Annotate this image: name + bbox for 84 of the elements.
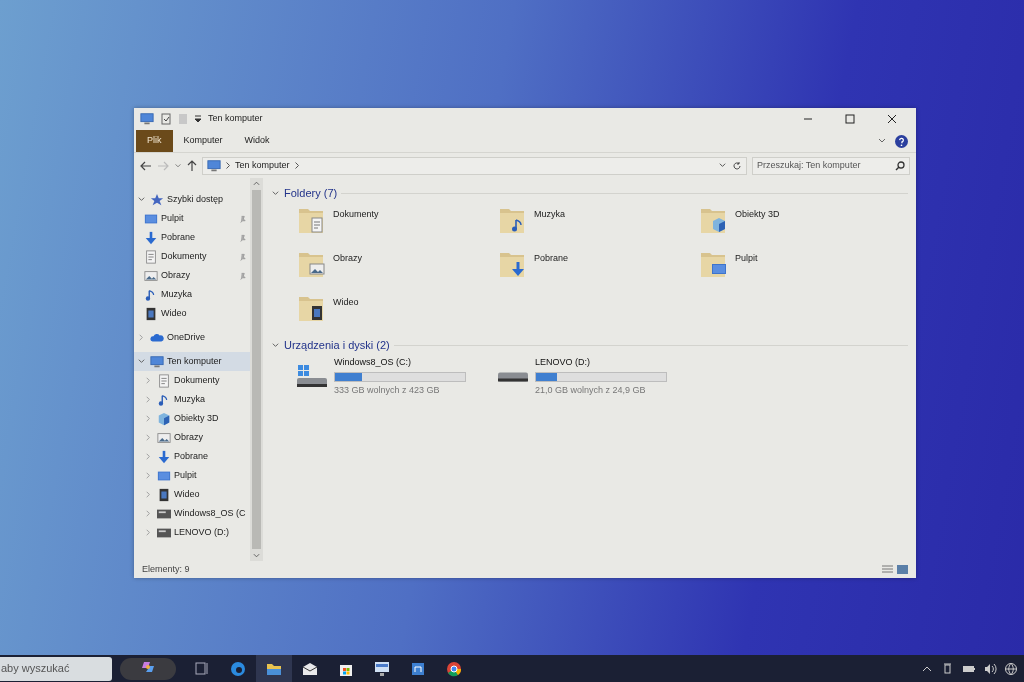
scroll-up-icon[interactable] [253, 181, 260, 186]
taskbar-button[interactable] [256, 655, 292, 682]
group-header[interactable]: Urządzenia i dyski (2) [284, 336, 390, 354]
refresh-icon[interactable] [732, 160, 742, 171]
recent-locations-chevron-icon[interactable] [174, 161, 182, 170]
drive-free-space: 21,0 GB wolnych z 24,9 GB [535, 383, 647, 397]
nav-item[interactable]: Obrazy [134, 266, 250, 285]
collapse-group-icon[interactable] [271, 188, 280, 198]
scrollbar[interactable] [250, 178, 263, 561]
pin-icon [239, 214, 246, 223]
window-title: Ten komputer [208, 112, 264, 126]
hard-drive-icon [498, 371, 529, 382]
maximize-icon [845, 114, 855, 124]
item-count: Elementy: 9 [142, 562, 190, 576]
nav-item[interactable]: Obrazy [134, 428, 250, 447]
address-bar[interactable]: Ten komputer [202, 156, 747, 175]
collapse-group-icon[interactable] [271, 340, 280, 350]
folder-item[interactable]: Wideo [297, 292, 498, 330]
breadcrumb-chevron-icon[interactable] [226, 162, 230, 169]
nav-item[interactable]: Muzyka [134, 285, 250, 304]
folder-item[interactable]: Muzyka [498, 204, 699, 242]
nav-item[interactable]: Wideo [134, 304, 250, 323]
help-icon[interactable] [895, 134, 908, 148]
pin-icon [239, 252, 246, 261]
nav-item[interactable]: Dokumenty [134, 371, 250, 390]
search-field[interactable]: Przeszukaj: Ten komputer [752, 156, 910, 175]
monitor-icon [207, 158, 221, 173]
globe-icon[interactable] [1004, 661, 1018, 676]
nav-item[interactable]: Windows8_OS (C [134, 504, 250, 523]
nav-item[interactable]: Pobrane [134, 228, 250, 247]
folder-item[interactable]: Pulpit [699, 248, 900, 286]
nav-item[interactable]: Pulpit [134, 466, 250, 485]
ribbon-tab[interactable]: Widok [233, 130, 281, 152]
down-arrow-icon [144, 230, 158, 245]
film-icon [144, 306, 158, 321]
document-icon [157, 373, 171, 388]
star-icon [150, 192, 164, 207]
expanded-chevron-icon[interactable] [137, 195, 146, 204]
folder-item[interactable]: Obrazy [297, 248, 498, 286]
cube-icon [157, 411, 171, 426]
breadcrumb-item[interactable]: Ten komputer [235, 158, 290, 173]
nav-item[interactable]: LENOVO (D:) [134, 523, 250, 542]
back-arrow-icon[interactable] [140, 160, 152, 171]
drive-name[interactable]: LENOVO (D:) [535, 356, 667, 370]
ribbon-tab[interactable]: Komputer [172, 130, 234, 152]
monitor-icon [140, 112, 154, 126]
pin-icon [239, 233, 246, 242]
folder-item[interactable]: Obiekty 3D [699, 204, 900, 242]
drive-name[interactable]: Windows8_OS (C:) [334, 356, 466, 370]
close-icon [887, 114, 897, 124]
expanded-chevron-icon[interactable] [137, 357, 146, 366]
document-icon [144, 249, 158, 264]
nav-item[interactable]: Wideo [134, 485, 250, 504]
speaker-icon[interactable] [983, 661, 997, 676]
file-menu-tab[interactable]: Plik [136, 130, 173, 152]
picture-icon [157, 430, 171, 445]
nav-item[interactable]: Pulpit [134, 209, 250, 228]
folder-item[interactable]: Dokumenty [297, 204, 498, 242]
customize-dropdown-icon[interactable] [194, 114, 202, 124]
drive-free-space: 333 GB wolnych z 423 GB [334, 383, 441, 397]
pin-icon [239, 271, 246, 280]
taskbar-button[interactable] [120, 657, 176, 680]
nav-item[interactable]: Pobrane [134, 447, 250, 466]
nav-item[interactable]: Ten komputer [134, 352, 250, 371]
hard-drive-icon [297, 365, 328, 388]
nav-item[interactable]: Szybki dostęp [134, 190, 250, 209]
nav-item[interactable]: Muzyka [134, 390, 250, 409]
group-header[interactable]: Foldery (7) [284, 184, 338, 202]
nav-item[interactable]: Dokumenty [134, 247, 250, 266]
scrollbar-thumb[interactable] [252, 190, 261, 549]
up-arrow-icon[interactable] [187, 159, 197, 172]
search-icon [895, 160, 905, 171]
monitor-icon [150, 354, 164, 369]
taskbar-search-field[interactable]: aby wyszukać [0, 656, 112, 681]
scroll-down-icon[interactable] [253, 553, 260, 558]
folder-item[interactable]: Pobrane [498, 248, 699, 286]
properties-check-icon[interactable] [160, 113, 172, 125]
breadcrumb-chevron-icon[interactable] [294, 162, 299, 169]
film-icon [157, 487, 171, 502]
nav-item[interactable]: Obiekty 3D [134, 409, 250, 428]
nav-item[interactable]: OneDrive [134, 328, 250, 347]
picture-icon [144, 268, 158, 283]
down-arrow-icon [157, 449, 171, 464]
dropdown-chevron-icon[interactable] [718, 161, 727, 170]
